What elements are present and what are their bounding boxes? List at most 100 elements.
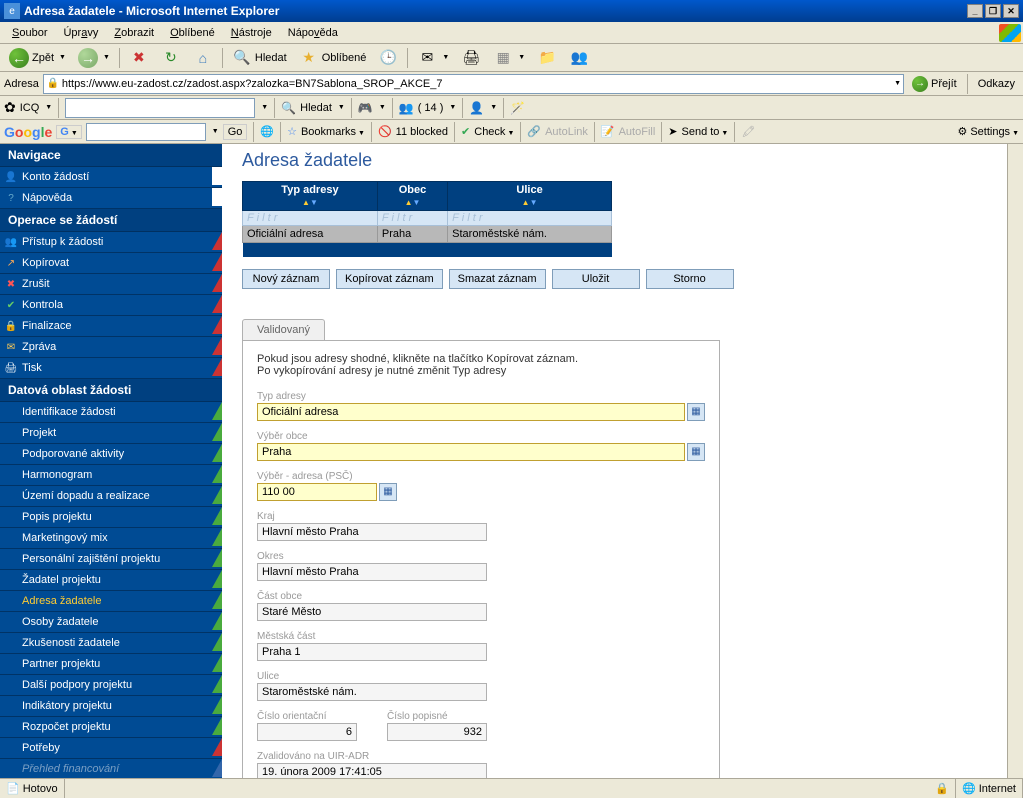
sidebar-item-napoveda[interactable]: ?Nápověda xyxy=(0,188,222,209)
menu-tools[interactable]: Nástroje xyxy=(223,25,280,41)
sidebar-item-zprava[interactable]: ✉Zpráva xyxy=(0,337,222,358)
chevron-down-icon[interactable]: ▼ xyxy=(490,104,497,111)
sendto-label[interactable]: Send to▼ xyxy=(682,126,729,138)
icq-search-input[interactable] xyxy=(65,98,255,118)
sidebar-item-pristup[interactable]: 👥Přístup k žádosti xyxy=(0,232,222,253)
sidebar-item-1[interactable]: Projekt xyxy=(0,423,222,444)
history-button[interactable]: 🕒 xyxy=(373,45,403,71)
sidebar-item-8[interactable]: Žadatel projektu xyxy=(0,570,222,591)
sidebar-item-4[interactable]: Území dopadu a realizace xyxy=(0,486,222,507)
vertical-scrollbar[interactable] xyxy=(1007,144,1023,778)
lookup-button[interactable]: ▦ xyxy=(687,443,705,461)
sidebar-item-3[interactable]: Harmonogram xyxy=(0,465,222,486)
autofill-icon: 📝 xyxy=(601,125,615,138)
input-vyber-obce[interactable]: Praha xyxy=(257,443,685,461)
delete-record-button[interactable]: Smazat záznam xyxy=(449,269,546,289)
bookmarks-label[interactable]: Bookmarks▼ xyxy=(301,126,365,138)
sidebar-item-2[interactable]: Podporované aktivity xyxy=(0,444,222,465)
blocked-label[interactable]: 11 blocked xyxy=(396,126,448,138)
sidebar-item-11[interactable]: Zkušenosti žadatele xyxy=(0,633,222,654)
check-label[interactable]: Check▼ xyxy=(474,126,514,138)
wand-icon[interactable]: 🪄 xyxy=(510,101,525,115)
links-label[interactable]: Odkazy xyxy=(974,78,1019,90)
game-icon[interactable]: 🎮 xyxy=(358,101,373,115)
settings-label[interactable]: Settings▼ xyxy=(970,126,1019,138)
chevron-down-icon[interactable]: ▼ xyxy=(261,104,268,111)
autofill-label[interactable]: AutoFill xyxy=(619,126,656,138)
refresh-button[interactable]: ↻ xyxy=(156,45,186,71)
input-typ-adresy[interactable]: Oficiální adresa xyxy=(257,403,685,421)
stop-button[interactable]: ✖ xyxy=(124,45,154,71)
edit-button[interactable]: ▦▼ xyxy=(488,45,530,71)
table-row[interactable]: Oficiální adresa Praha Staroměstské nám. xyxy=(243,226,612,243)
input-vyber-psc[interactable]: 110 00 xyxy=(257,483,377,501)
lookup-button[interactable]: ▦ xyxy=(379,483,397,501)
sidebar-item-13[interactable]: Další podpory projektu xyxy=(0,675,222,696)
check-icon: ✔ xyxy=(4,298,18,312)
sidebar-item-5[interactable]: Popis projektu xyxy=(0,507,222,528)
save-button[interactable]: Uložit xyxy=(552,269,640,289)
sidebar-item-12[interactable]: Partner projektu xyxy=(0,654,222,675)
filter-typ[interactable]: F i l t r xyxy=(243,211,378,226)
sidebar-item-zrusit[interactable]: ✖Zrušit xyxy=(0,274,222,295)
discuss-button[interactable]: 📁 xyxy=(532,45,562,71)
sidebar-item-kontrola[interactable]: ✔Kontrola xyxy=(0,295,222,316)
sidebar-item-14[interactable]: Indikátory projektu xyxy=(0,696,222,717)
address-input[interactable]: 🔒 https://www.eu-zadost.cz/zadost.aspx?z… xyxy=(43,74,904,94)
back-button[interactable]: ← Zpět ▼ xyxy=(4,45,71,71)
chevron-down-icon[interactable]: ▼ xyxy=(379,104,386,111)
messenger-button[interactable]: 👥 xyxy=(564,45,594,71)
sidebar-item-10[interactable]: Osoby žadatele xyxy=(0,612,222,633)
chevron-down-icon[interactable]: ▼ xyxy=(449,104,456,111)
autolink-label[interactable]: AutoLink xyxy=(545,126,588,138)
go-button[interactable]: → Přejít xyxy=(908,75,961,93)
sidebar-item-konto[interactable]: 👤Konto žádostí xyxy=(0,167,222,188)
menu-help[interactable]: Nápověda xyxy=(280,25,346,41)
sidebar-item-17[interactable]: Přehled financování xyxy=(0,759,222,778)
chevron-down-icon[interactable]: ▼ xyxy=(212,128,219,135)
col-header-ulice[interactable]: Ulice▲▼ xyxy=(448,182,612,211)
menu-edit[interactable]: Úpravy xyxy=(55,25,106,41)
close-button[interactable]: ✕ xyxy=(1003,4,1019,18)
lookup-button[interactable]: ▦ xyxy=(687,403,705,421)
tab-validovany[interactable]: Validovaný xyxy=(242,319,325,340)
col-header-obec[interactable]: Obec▲▼ xyxy=(377,182,447,211)
google-search-input[interactable] xyxy=(86,123,206,141)
col-header-typ[interactable]: Typ adresy▲▼ xyxy=(243,182,378,211)
sidebar-item-finalizace[interactable]: 🔒Finalizace xyxy=(0,316,222,337)
sidebar-item-15[interactable]: Rozpočet projektu xyxy=(0,717,222,738)
sidebar-item-tisk[interactable]: 🖨Tisk xyxy=(0,358,222,379)
sidebar-item-6[interactable]: Marketingový mix xyxy=(0,528,222,549)
menu-favorites[interactable]: Oblíbené xyxy=(162,25,223,41)
home-button[interactable]: ⌂ xyxy=(188,45,218,71)
chevron-down-icon[interactable]: ▼ xyxy=(338,104,345,111)
filter-obec[interactable]: F i l t r xyxy=(377,211,447,226)
highlight-icon[interactable]: 🖍 xyxy=(741,125,755,138)
sidebar-item-9[interactable]: Adresa žadatele xyxy=(0,591,222,612)
cancel-button[interactable]: Storno xyxy=(646,269,734,289)
filter-ulice[interactable]: F i l t r xyxy=(448,211,612,226)
sidebar-item-7[interactable]: Personální zajištění projektu xyxy=(0,549,222,570)
go-label[interactable]: Go xyxy=(223,124,248,140)
new-record-button[interactable]: Nový záznam xyxy=(242,269,330,289)
person-icon[interactable]: 👤 xyxy=(469,101,484,115)
copy-record-button[interactable]: Kopírovat záznam xyxy=(336,269,443,289)
chevron-down-icon[interactable]: ▼ xyxy=(894,80,901,87)
sidebar-item-16[interactable]: Potřeby xyxy=(0,738,222,759)
menu-view[interactable]: Zobrazit xyxy=(106,25,162,41)
search-button[interactable]: 🔍 Hledat xyxy=(227,45,292,71)
sidebar-item-0[interactable]: Identifikace žádosti xyxy=(0,402,222,423)
people-icon[interactable]: 👥 xyxy=(399,101,414,115)
icq-search-label[interactable]: Hledat xyxy=(300,102,332,114)
news-icon[interactable]: 🌐 xyxy=(260,125,274,138)
chevron-down-icon[interactable]: ▼ xyxy=(45,104,52,111)
sidebar-item-kopirovat[interactable]: ↗Kopírovat xyxy=(0,253,222,274)
google-g-icon[interactable]: G▼ xyxy=(56,125,82,139)
forward-button[interactable]: → ▼ xyxy=(73,45,115,71)
restore-button[interactable]: ❐ xyxy=(985,4,1001,18)
favorites-button[interactable]: ★ Oblíbené xyxy=(294,45,372,71)
menu-file[interactable]: Soubor xyxy=(4,25,55,41)
mail-button[interactable]: ✉▼ xyxy=(412,45,454,71)
minimize-button[interactable]: _ xyxy=(967,4,983,18)
print-button[interactable]: 🖨 xyxy=(456,45,486,71)
